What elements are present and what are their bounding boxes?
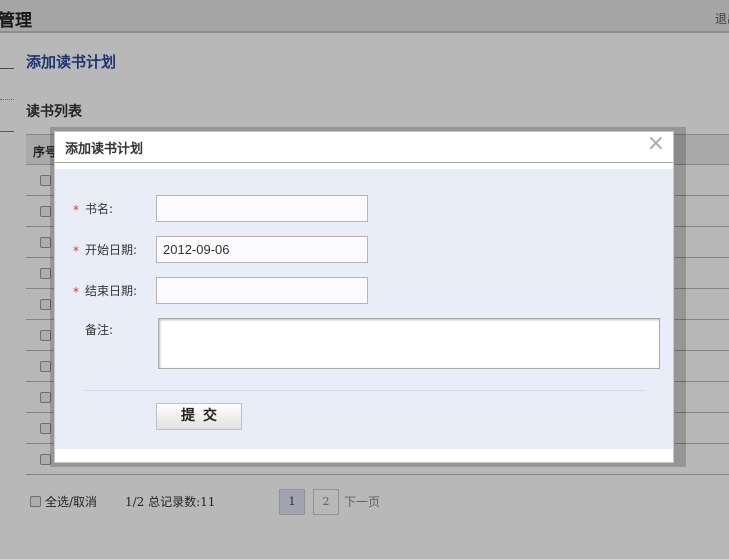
- start-date-row: * 开始日期: 2012-09-06: [55, 236, 673, 264]
- end-date-input[interactable]: [156, 277, 368, 304]
- end-date-label: 结束日期:: [85, 284, 138, 298]
- dialog-header: 添加读书计划 ×: [55, 132, 673, 163]
- required-marker: *: [73, 285, 79, 299]
- required-marker: *: [73, 244, 79, 258]
- required-marker: *: [73, 203, 79, 217]
- dialog-title: 添加读书计划: [65, 142, 144, 157]
- start-date-label: 开始日期:: [85, 243, 138, 257]
- dialog-body: * 书名: * 开始日期: 2012-09-06 * 结束日期: 备注: 提交: [55, 169, 673, 449]
- start-date-input[interactable]: 2012-09-06: [156, 236, 368, 263]
- notes-label: 备注:: [85, 323, 114, 337]
- book-name-input[interactable]: [156, 195, 368, 222]
- add-plan-dialog: 添加读书计划 × * 书名: * 开始日期: 2012-09-06 * 结束日期…: [54, 131, 674, 463]
- book-name-row: * 书名:: [55, 195, 673, 223]
- submit-button[interactable]: 提交: [156, 403, 242, 430]
- end-date-row: * 结束日期:: [55, 277, 673, 305]
- form-divider: [85, 390, 645, 391]
- book-name-label: 书名:: [85, 202, 114, 216]
- notes-textarea[interactable]: [158, 318, 660, 369]
- close-icon[interactable]: ×: [647, 133, 665, 155]
